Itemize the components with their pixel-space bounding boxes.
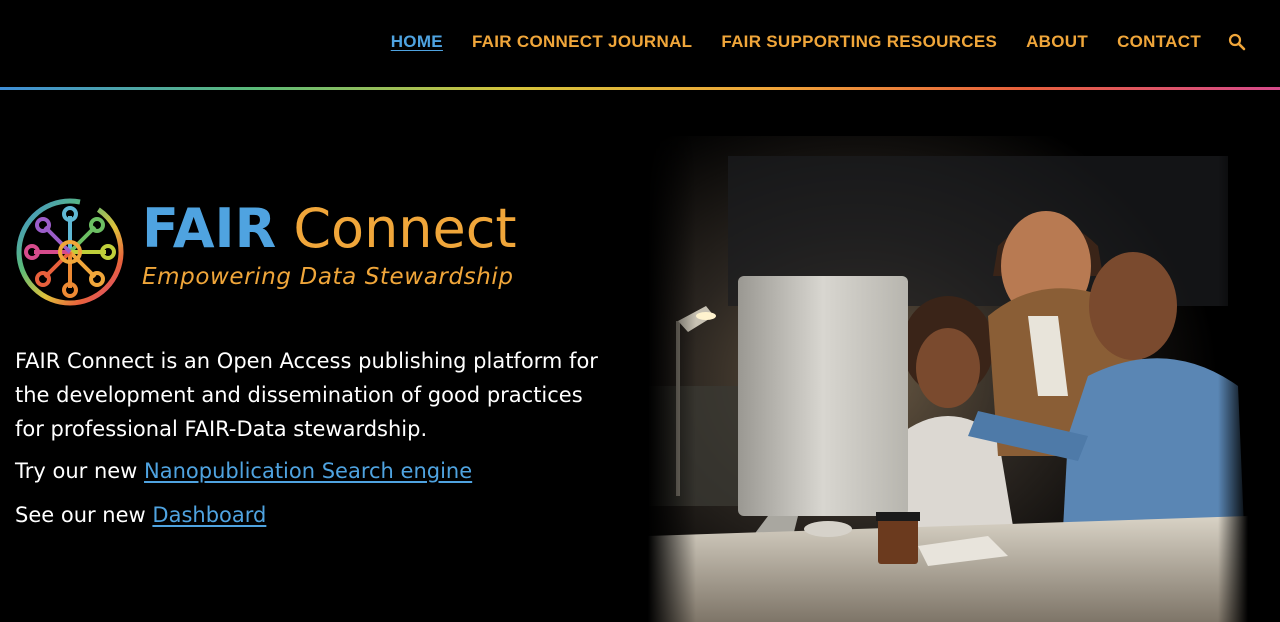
intro-paragraph: FAIR Connect is an Open Access publishin… (15, 349, 598, 441)
brand-title: FAIR Connect (142, 194, 517, 264)
fair-connect-logo-icon (16, 198, 124, 306)
search-icon[interactable] (1228, 33, 1246, 51)
nav-about[interactable]: ABOUT (1026, 32, 1088, 52)
nanopub-search-line: Try our new Nanopublication Search engin… (15, 459, 472, 483)
nav-contact[interactable]: CONTACT (1117, 32, 1201, 52)
team-at-computer-image (648, 136, 1248, 622)
dashboard-prefix: See our new (15, 503, 153, 527)
site-header: HOME FAIR CONNECT JOURNAL FAIR SUPPORTIN… (0, 0, 1280, 90)
brand-tagline: Empowering Data Stewardship (142, 264, 514, 290)
nanopub-search-link[interactable]: Nanopublication Search engine (144, 459, 472, 483)
nav-home[interactable]: HOME (391, 32, 443, 52)
dashboard-link[interactable]: Dashboard (152, 503, 266, 527)
brand-title-fair: FAIR (142, 197, 277, 260)
main-nav: HOME FAIR CONNECT JOURNAL FAIR SUPPORTIN… (391, 30, 1280, 54)
brand-block: FAIR Connect Empowering Data Stewardship (14, 194, 614, 310)
brand-title-connect: Connect (293, 197, 517, 260)
nav-fair-supporting-resources[interactable]: FAIR SUPPORTING RESOURCES (721, 32, 997, 52)
intro-text: FAIR Connect is an Open Access publishin… (15, 344, 615, 446)
header-rainbow-divider (0, 87, 1280, 90)
hero-photo (648, 136, 1248, 622)
nanopub-search-prefix: Try our new (15, 459, 145, 483)
nav-fair-connect-journal[interactable]: FAIR CONNECT JOURNAL (472, 32, 692, 52)
dashboard-line: See our new Dashboard (15, 503, 266, 527)
